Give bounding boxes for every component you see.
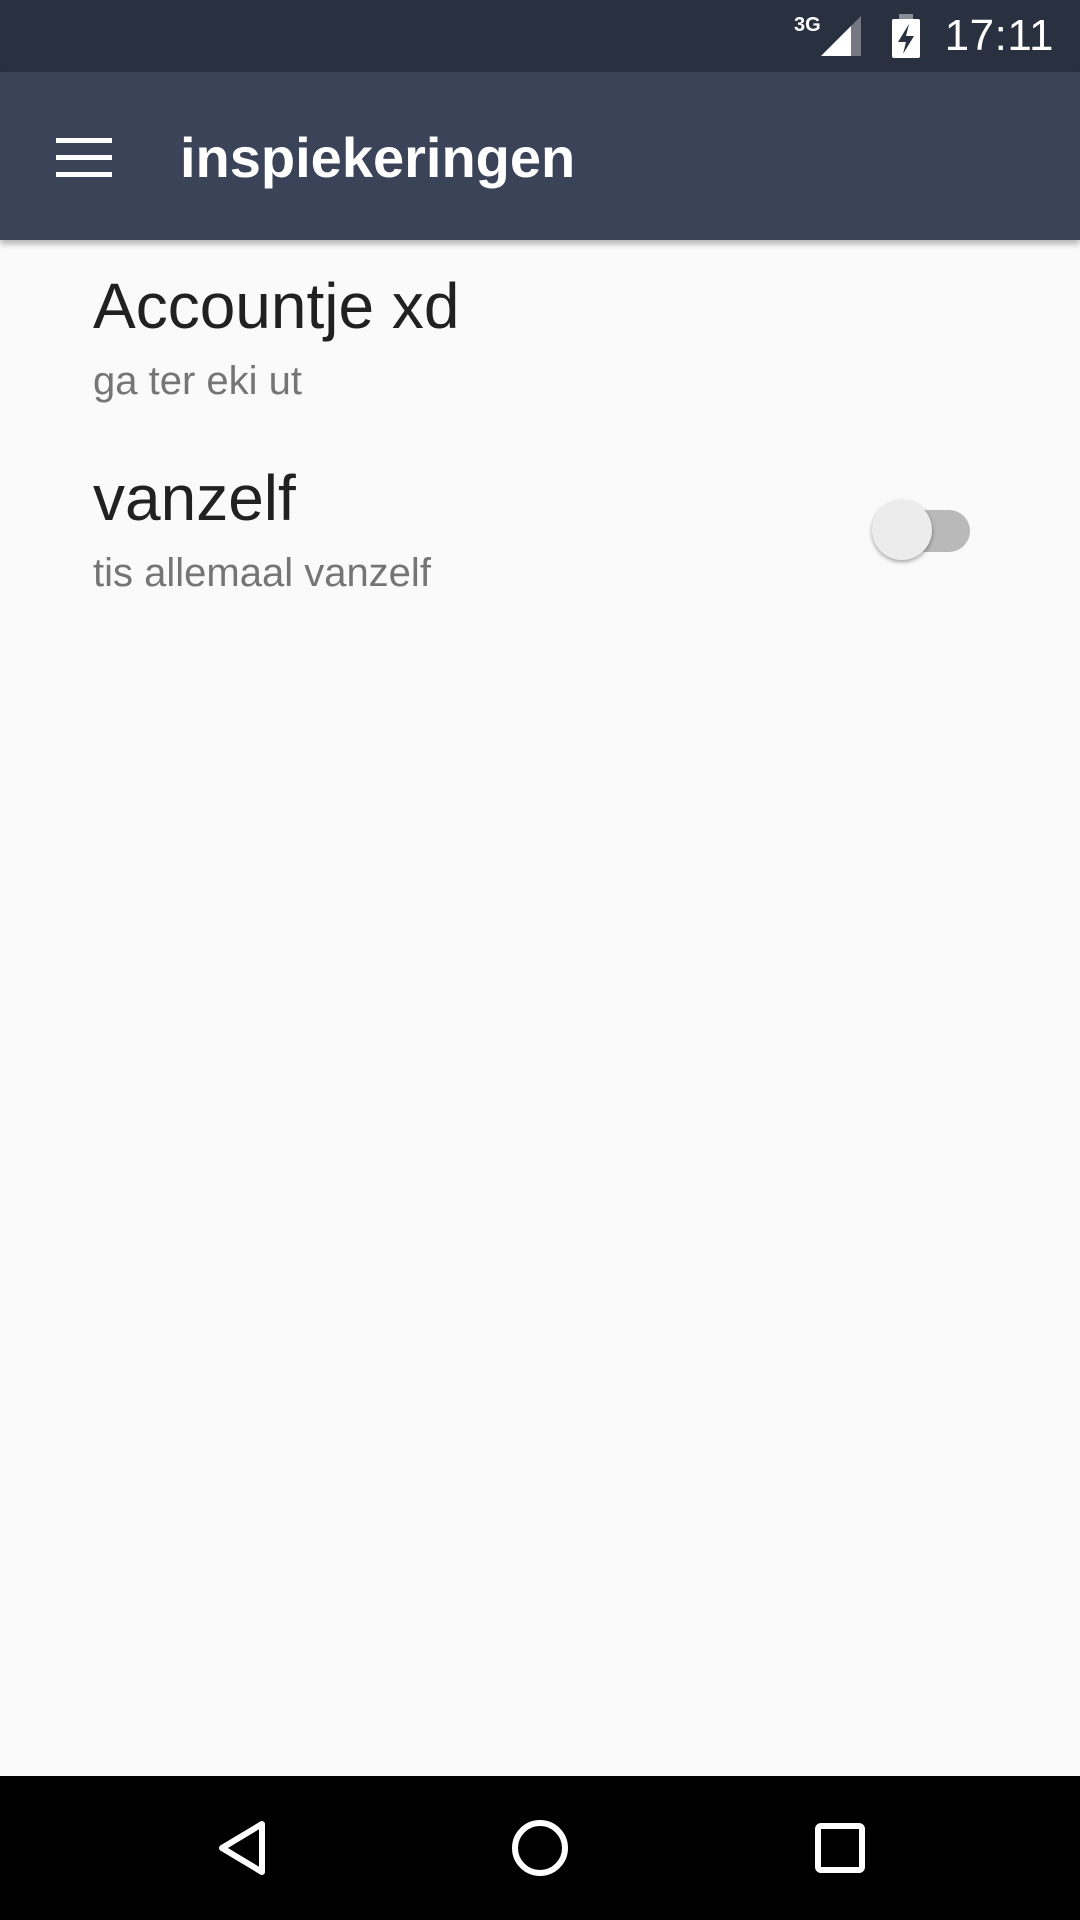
preference-summary: tis allemaal vanzelf [93,551,431,595]
back-icon [219,1821,265,1875]
back-button[interactable] [194,1800,290,1896]
hamburger-menu-icon [56,138,112,177]
preference-vanzelf[interactable]: vanzelf tis allemaal vanzelf [0,432,1080,624]
preference-title: Accountje xd [93,270,460,342]
settings-screen: 3G 17:11 inspiekeringen Accountje xd ga … [0,0,1080,1920]
status-bar: 3G 17:11 [0,0,1080,72]
signal-icon [820,16,861,56]
menu-button[interactable] [40,114,128,202]
home-icon [512,1820,568,1876]
status-clock: 17:11 [944,11,1054,60]
preference-summary: ga ter eki ut [93,359,303,403]
battery-charging-icon [891,14,920,58]
status-icons: 3G 17:11 [794,0,1054,72]
home-button[interactable] [492,1800,588,1896]
preference-title: vanzelf [93,462,296,534]
switch-thumb [872,500,932,560]
recents-button[interactable] [792,1800,888,1896]
app-bar: inspiekeringen [0,72,1080,240]
preference-account[interactable]: Accountje xd ga ter eki ut [0,240,1080,432]
vanzelf-toggle-switch[interactable] [872,500,972,560]
navigation-bar [0,1776,1080,1920]
recents-icon [815,1823,865,1873]
preference-list: Accountje xd ga ter eki ut vanzelf tis a… [0,240,1080,624]
page-title: inspiekeringen [180,126,576,189]
